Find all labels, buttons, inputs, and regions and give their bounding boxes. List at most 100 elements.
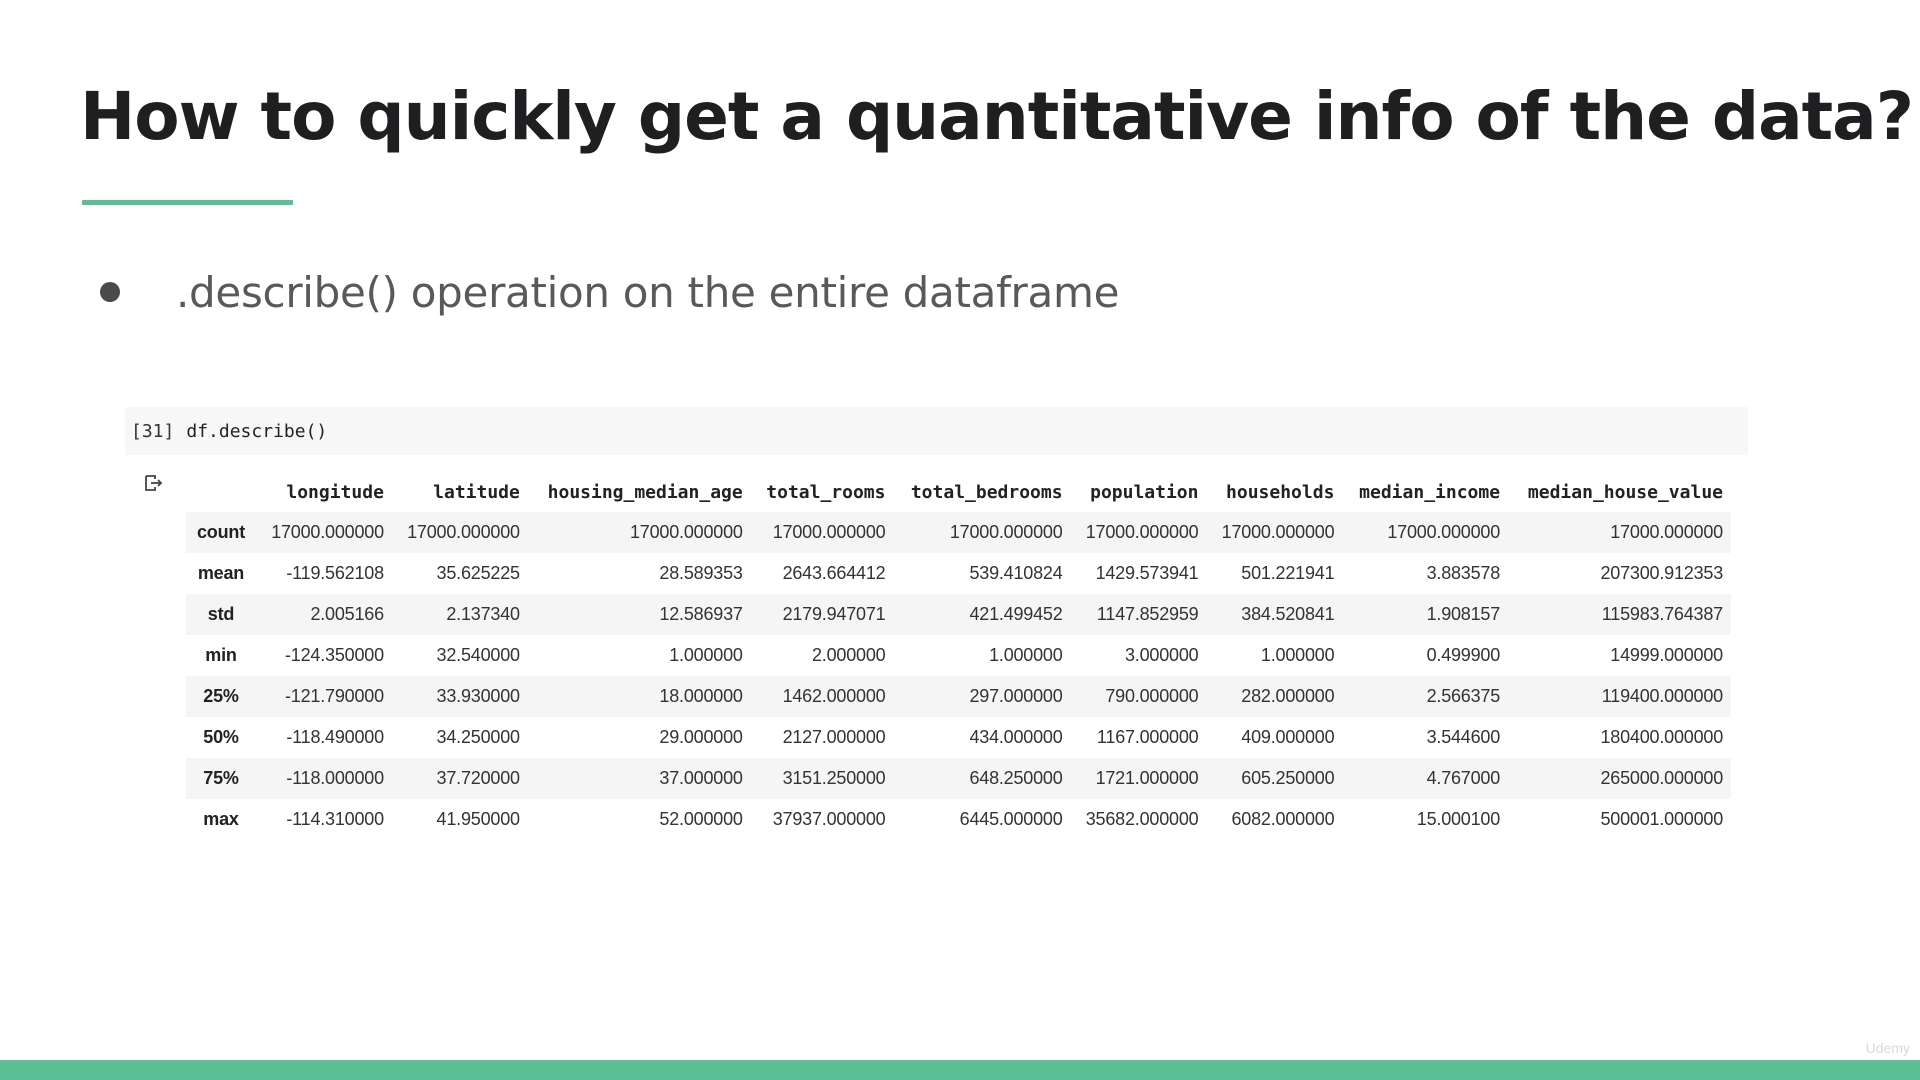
table-cell: 2.566375 xyxy=(1426,686,1501,706)
table-cell: 384.520841 xyxy=(1241,604,1335,624)
table-cell: 3.000000 xyxy=(1125,645,1199,665)
table-cell: 539.410824 xyxy=(969,563,1063,583)
table-cell: 421.499452 xyxy=(969,604,1063,624)
column-header: total_rooms xyxy=(766,481,886,503)
table-cell: 29.000000 xyxy=(659,727,743,747)
title-underline xyxy=(82,200,293,205)
column-header: total_bedrooms xyxy=(910,481,1063,503)
table-cell: 41.950000 xyxy=(436,809,520,829)
code-text[interactable]: df.describe() xyxy=(186,421,327,442)
table-cell: 4.767000 xyxy=(1426,768,1501,788)
execution-count: [31] xyxy=(131,420,175,442)
row-index-label: 25% xyxy=(203,686,239,706)
table-cell: 17000.000000 xyxy=(407,522,520,542)
table-cell: 1.000000 xyxy=(989,645,1063,665)
table-cell: 34.250000 xyxy=(436,727,520,747)
table-cell: 35682.000000 xyxy=(1085,809,1199,829)
row-index-label: 50% xyxy=(203,727,239,747)
table-cell: 1721.000000 xyxy=(1095,768,1199,788)
column-header: median_income xyxy=(1359,481,1501,503)
table-row: max -114.310000 41.950000 52.000000 37937.00… xyxy=(186,799,1731,840)
row-index-label: std xyxy=(207,604,235,624)
bullet-text: .describe() operation on the entire data… xyxy=(176,267,1120,317)
table-cell: 2.000000 xyxy=(812,645,886,665)
table-cell: 0.499900 xyxy=(1426,645,1501,665)
table-cell: 605.250000 xyxy=(1241,768,1335,788)
column-header: median_house_value xyxy=(1527,481,1723,503)
table-cell: -118.000000 xyxy=(286,768,384,788)
table-cell: 17000.000000 xyxy=(1387,522,1501,542)
column-header: longitude xyxy=(286,481,384,503)
table-cell: 115983.764387 xyxy=(1601,604,1723,624)
table-cell: 17000.000000 xyxy=(1085,522,1199,542)
row-index-label: 75% xyxy=(203,768,239,788)
table-cell: -118.490000 xyxy=(286,727,384,747)
table-cell: 33.930000 xyxy=(436,686,520,706)
table-cell: 37937.000000 xyxy=(772,809,886,829)
table-row: std 2.005166 2.137340 12.586937 2179.947071 4… xyxy=(186,594,1731,635)
table-cell: 2.137340 xyxy=(446,604,520,624)
table-cell: 37.000000 xyxy=(659,768,743,788)
table-cell: 1.000000 xyxy=(1260,645,1335,665)
table-cell: 1.908157 xyxy=(1426,604,1501,624)
table-cell: -114.310000 xyxy=(286,809,384,829)
table-cell: 32.540000 xyxy=(436,645,520,665)
footer-accent-bar xyxy=(0,1060,1920,1080)
table-cell: 1462.000000 xyxy=(782,686,886,706)
table-cell: -119.562108 xyxy=(286,563,384,583)
table-cell: 18.000000 xyxy=(659,686,743,706)
table-cell: 648.250000 xyxy=(969,768,1063,788)
table-cell: 207300.912353 xyxy=(1600,563,1723,583)
table-cell: 6445.000000 xyxy=(959,809,1063,829)
table-cell: 15.000100 xyxy=(1416,809,1501,829)
table-cell: 17000.000000 xyxy=(772,522,886,542)
table-cell: 6082.000000 xyxy=(1231,809,1335,829)
table-body: count 17000.000000 17000.000000 17000.00000… xyxy=(186,512,1731,840)
table-cell: 37.720000 xyxy=(436,768,520,788)
table-cell: -124.350000 xyxy=(285,645,384,665)
row-index-label: max xyxy=(203,809,239,829)
table-cell: 2179.947071 xyxy=(782,604,886,624)
slide-title: How to quickly get a quantitative info o… xyxy=(80,78,1914,155)
table-cell: 12.586937 xyxy=(659,604,743,624)
table-cell: 28.589353 xyxy=(659,563,743,583)
table-cell: 501.221941 xyxy=(1241,563,1335,583)
table-cell: 409.000000 xyxy=(1241,727,1335,747)
table-header-row: longitude latitude housing_median_age total… xyxy=(186,472,1731,512)
table-cell: -121.790000 xyxy=(285,686,384,706)
table-cell: 35.625225 xyxy=(436,563,520,583)
table-cell: 17000.000000 xyxy=(1610,522,1723,542)
table-cell: 17000.000000 xyxy=(271,522,384,542)
table-cell: 17000.000000 xyxy=(629,522,743,542)
table-cell: 2127.000000 xyxy=(782,727,886,747)
udemy-watermark: Udemy xyxy=(1865,1040,1910,1056)
column-header: population xyxy=(1090,481,1199,503)
table-cell: 1147.852959 xyxy=(1096,604,1199,624)
table-cell: 282.000000 xyxy=(1241,686,1335,706)
table-cell: 180400.000000 xyxy=(1600,727,1723,747)
index-corner-cell xyxy=(186,472,256,512)
table-cell: 14999.000000 xyxy=(1610,645,1723,665)
describe-output-table: longitude latitude housing_median_age total… xyxy=(186,472,1731,840)
table-cell: 1167.000000 xyxy=(1096,727,1199,747)
table-cell: 500001.000000 xyxy=(1600,809,1723,829)
table-cell: 265000.000000 xyxy=(1600,768,1723,788)
table-cell: 2.005166 xyxy=(310,604,384,624)
table-cell: 119400.000000 xyxy=(1601,686,1723,706)
table-cell: 52.000000 xyxy=(659,809,743,829)
table-row: 25% -121.790000 33.930000 18.000000 1462.000… xyxy=(186,676,1731,717)
table-cell: 1429.573941 xyxy=(1095,563,1199,583)
slide: How to quickly get a quantitative info o… xyxy=(0,0,1920,1080)
output-arrow-icon[interactable] xyxy=(142,472,164,494)
table-row: min -124.350000 32.540000 1.000000 2.000000 1… xyxy=(186,635,1731,676)
code-cell[interactable]: [31] df.describe() xyxy=(125,407,1748,455)
row-index-label: min xyxy=(205,645,237,665)
column-header: households xyxy=(1226,481,1335,503)
bullet-item: .describe() operation on the entire data… xyxy=(100,262,1119,322)
column-header: latitude xyxy=(433,481,520,503)
bullet-dot-icon xyxy=(100,282,120,302)
table-cell: 3.544600 xyxy=(1426,727,1501,747)
table-cell: 1.000000 xyxy=(669,645,743,665)
table-cell: 3151.250000 xyxy=(782,768,886,788)
row-index-label: count xyxy=(197,522,245,542)
